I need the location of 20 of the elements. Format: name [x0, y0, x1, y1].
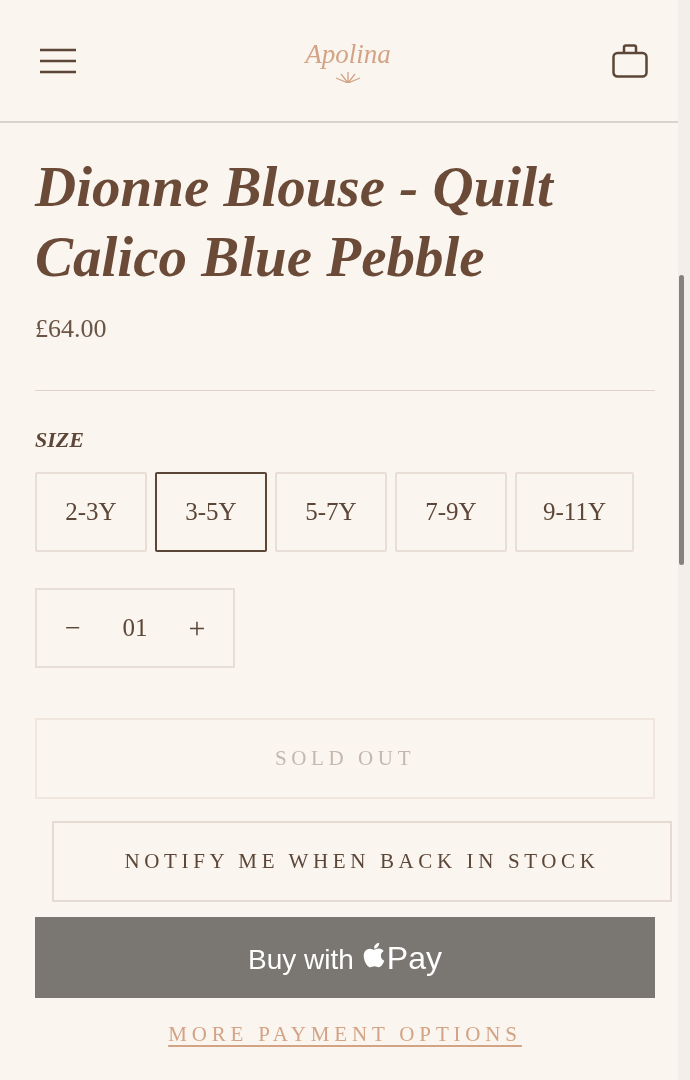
size-option[interactable]: 7-9Y	[395, 472, 507, 552]
increase-button[interactable]: +	[183, 612, 211, 644]
menu-icon[interactable]	[40, 47, 76, 74]
size-label: SIZE	[35, 426, 85, 454]
size-option[interactable]: 9-11Y	[515, 472, 634, 552]
scrollbar-thumb[interactable]	[679, 275, 684, 565]
apple-icon	[361, 940, 386, 969]
bag-icon[interactable]	[612, 43, 648, 78]
size-option[interactable]: 3-5Y	[155, 472, 267, 552]
pay-label: Pay	[386, 938, 442, 978]
buy-with-label: Buy with	[248, 942, 354, 977]
size-option[interactable]: 5-7Y	[275, 472, 387, 552]
product-price: £64.00	[35, 313, 108, 345]
product-title: Dionne Blouse - Quilt Calico Blue Pebble	[35, 154, 556, 290]
size-option[interactable]: 2-3Y	[35, 472, 147, 552]
notify-button[interactable]: NOTIFY ME WHEN BACK IN STOCK	[52, 821, 672, 902]
apple-pay-button[interactable]: Buy with Pay	[35, 917, 655, 998]
decrease-button[interactable]: −	[59, 612, 87, 644]
quantity-field[interactable]: 01	[115, 609, 155, 647]
sunburst-icon	[333, 70, 363, 83]
